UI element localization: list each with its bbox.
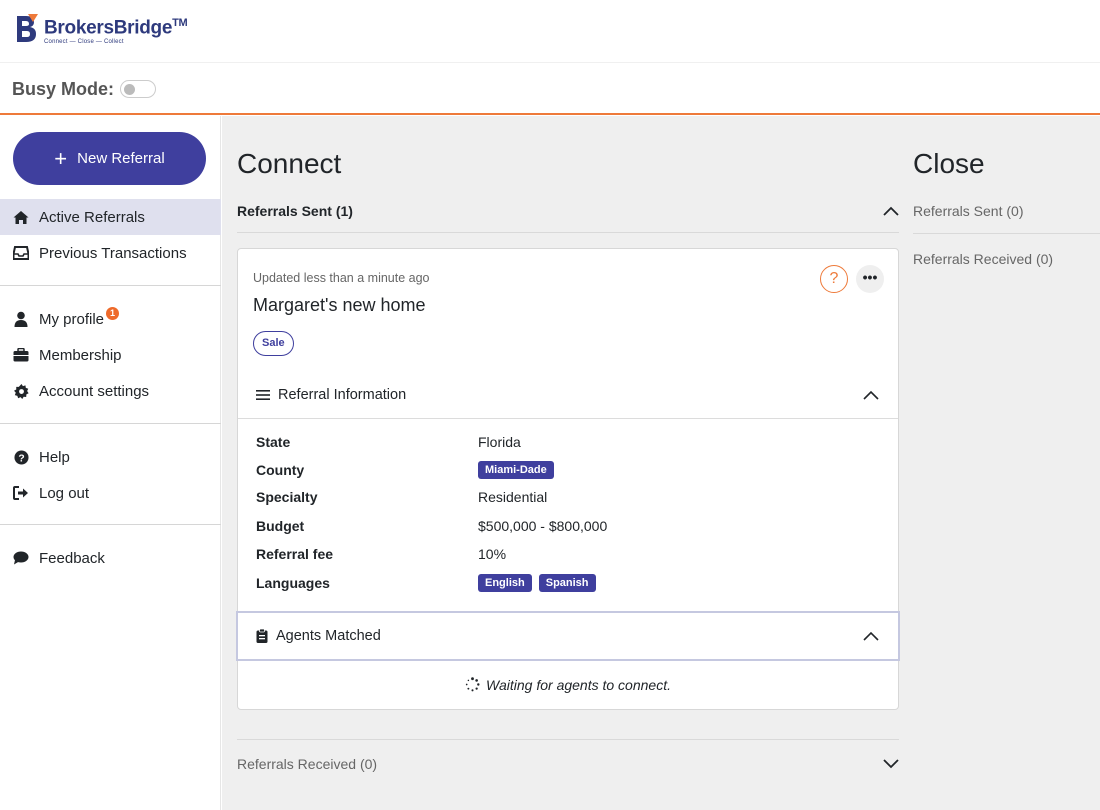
spinner-icon	[465, 677, 480, 692]
sidebar-item-label: My profile	[39, 310, 105, 328]
referral-information-label: Referral Information	[278, 386, 407, 403]
connect-title: Connect	[237, 148, 342, 179]
help-button[interactable]: ?	[820, 265, 848, 293]
referrals-sent-toggle[interactable]: Referrals Sent (1)	[237, 200, 899, 222]
list-icon	[256, 389, 270, 401]
sidebar-item-label: Feedback	[39, 549, 105, 567]
sale-tag: Sale	[253, 331, 294, 356]
sidebar-item-label: Help	[39, 448, 70, 466]
sidebar-item-previous-transactions[interactable]: Previous Transactions	[0, 235, 221, 271]
gear-icon	[13, 383, 29, 399]
logo-mark-icon	[17, 14, 38, 42]
clipboard-icon	[256, 629, 268, 643]
toggle-knob	[124, 84, 135, 95]
waiting-status: Waiting for agents to connect.	[238, 677, 898, 693]
busy-mode-toggle[interactable]	[120, 80, 156, 98]
info-row-languages: Languages English Spanish	[256, 572, 876, 594]
info-key: Budget	[256, 518, 305, 534]
sidebar-item-my-profile[interactable]: My profile 1	[0, 301, 221, 337]
info-row-county: County Miami-Dade	[256, 459, 876, 481]
top-header: BrokersBridgeTM Connect — Close — Collec…	[0, 0, 1100, 63]
close-referrals-received-label: Referrals Received (0)	[913, 251, 1054, 267]
sidebar-item-log-out[interactable]: Log out	[0, 475, 221, 511]
section-divider	[237, 232, 899, 233]
close-title: Close	[913, 148, 985, 179]
waiting-text: Waiting for agents to connect.	[486, 677, 671, 693]
sidebar-item-membership[interactable]: Membership	[0, 337, 221, 373]
section-divider	[913, 233, 1100, 234]
busy-mode-bar: Busy Mode:	[0, 63, 1100, 115]
sidebar-item-label: Active Referrals	[39, 208, 145, 226]
sidebar-item-label: Previous Transactions	[39, 244, 187, 262]
updated-timestamp: Updated less than a minute ago	[253, 271, 430, 285]
info-row-referral-fee: Referral fee 10%	[256, 543, 876, 565]
sidebar-divider	[0, 524, 221, 525]
chevron-up-icon[interactable]	[862, 386, 880, 404]
info-value: Florida	[478, 434, 521, 450]
brand-logo[interactable]: BrokersBridgeTM Connect — Close — Collec…	[14, 12, 188, 46]
close-referrals-received-toggle[interactable]: Referrals Received (0)	[913, 248, 1100, 270]
chevron-up-icon[interactable]	[862, 627, 880, 645]
agents-matched-header[interactable]: Agents Matched	[236, 611, 900, 661]
sidebar-item-help[interactable]: ? Help	[0, 439, 221, 475]
inbox-icon	[13, 245, 29, 261]
info-row-specialty: Specialty Residential	[256, 486, 876, 508]
plus-icon: +	[54, 145, 68, 171]
language-chip: Spanish	[538, 574, 596, 592]
info-value: $500,000 - $800,000	[478, 518, 608, 534]
info-key: Specialty	[256, 489, 318, 505]
sidebar-divider	[0, 423, 221, 424]
language-chip: English	[478, 574, 532, 592]
info-value: 10%	[478, 546, 507, 562]
section-divider	[237, 739, 899, 740]
referrals-received-toggle[interactable]: Referrals Received (0)	[237, 753, 899, 775]
main-content: Connect Referrals Sent (1) Updated less …	[222, 116, 1100, 810]
home-icon	[13, 209, 29, 225]
info-key: Referral fee	[256, 546, 334, 562]
info-value: Miami-Dade	[478, 461, 554, 479]
sidebar-item-feedback[interactable]: Feedback	[0, 540, 221, 576]
referral-information-header[interactable]: Referral Information	[238, 371, 898, 419]
brand-name: BrokersBridgeTM	[44, 16, 188, 39]
sidebar-item-label: Membership	[39, 346, 122, 364]
close-referrals-sent-toggle[interactable]: Referrals Sent (0)	[913, 200, 1100, 222]
info-key: County	[256, 462, 305, 478]
question-circle-icon: ?	[13, 449, 29, 465]
svg-text:?: ?	[18, 453, 24, 464]
sidebar-item-label: Log out	[39, 484, 90, 502]
sidebar-item-label: Account settings	[39, 382, 150, 400]
info-value: Residential	[478, 489, 548, 505]
brand-tagline: Connect — Close — Collect	[44, 39, 124, 46]
referrals-sent-label: Referrals Sent (1)	[237, 203, 353, 219]
county-chip: Miami-Dade	[478, 461, 554, 479]
chevron-down-icon	[883, 759, 899, 769]
notification-badge: 1	[106, 306, 120, 320]
new-referral-button[interactable]: + New Referral	[13, 132, 206, 185]
close-referrals-sent-label: Referrals Sent (0)	[913, 203, 1024, 219]
logout-icon	[13, 485, 29, 501]
chat-bubble-icon	[13, 550, 29, 566]
chevron-up-icon	[883, 206, 899, 216]
user-icon	[13, 311, 29, 327]
new-referral-label: New Referral	[77, 150, 165, 167]
busy-mode-label: Busy Mode:	[12, 79, 115, 99]
info-key: State	[256, 434, 291, 450]
info-row-state: State Florida	[256, 431, 876, 453]
sidebar-item-account-settings[interactable]: Account settings	[0, 373, 221, 409]
sidebar: + New Referral Active Referrals Previous…	[0, 116, 221, 810]
referral-card: Updated less than a minute ago Margaret'…	[236, 248, 900, 710]
sidebar-divider	[0, 285, 221, 286]
more-options-button[interactable]: •••	[856, 265, 884, 293]
info-key: Languages	[256, 575, 330, 591]
agents-matched-label: Agents Matched	[276, 628, 381, 644]
referrals-received-label: Referrals Received (0)	[237, 756, 378, 772]
briefcase-icon	[13, 347, 29, 363]
info-row-budget: Budget $500,000 - $800,000	[256, 515, 876, 537]
info-value: English Spanish	[478, 574, 596, 592]
referral-title: Margaret's new home	[253, 295, 426, 315]
sidebar-item-active-referrals[interactable]: Active Referrals	[0, 199, 221, 235]
